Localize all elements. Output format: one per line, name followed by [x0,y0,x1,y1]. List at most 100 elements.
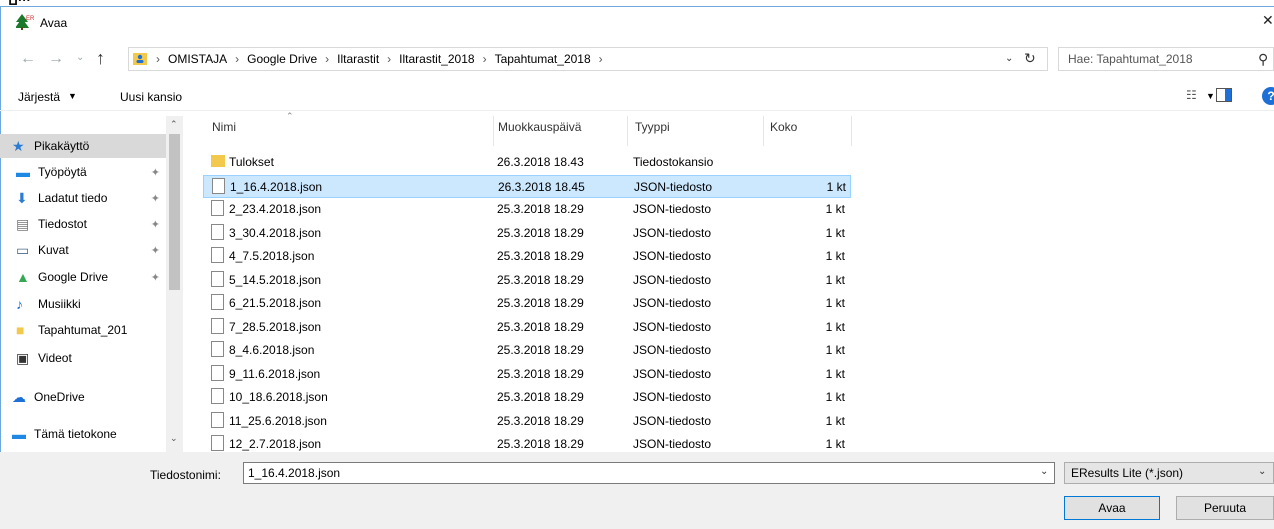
breadcrumb-separator-icon[interactable]: › [231,52,243,66]
file-row[interactable]: 4_7.5.2018.json 25.3.2018 18.29 JSON-tiedo… [203,245,851,268]
new-folder-button[interactable]: Uusi kansio [120,90,182,104]
file-row[interactable]: 9_11.6.2018.json 25.3.2018 18.29 JSON-tied… [203,363,851,386]
breadcrumb-item[interactable]: Iltarastit [333,52,383,66]
nav-item[interactable]: ▬ Työpöytä ✦ [0,160,166,184]
file-modified: 25.3.2018 18.29 [497,226,584,240]
file-modified: 25.3.2018 18.29 [497,367,584,381]
file-name: 11_25.6.2018.json [229,414,327,428]
breadcrumb-item[interactable]: OMISTAJA [164,52,231,66]
file-type-select[interactable]: EResults Lite (*.json) [1064,462,1274,484]
file-icon [211,200,224,216]
search-placeholder: Hae: Tapahtumat_2018 [1068,52,1193,66]
organize-dropdown-icon[interactable]: ▼ [68,91,77,101]
file-type: JSON-tiedosto [633,226,712,240]
file-row[interactable]: 5_14.5.2018.json 25.3.2018 18.29 JSON-tied… [203,269,851,292]
navigation-scrollbar-thumb[interactable] [169,134,180,290]
open-button[interactable]: Avaa [1064,496,1160,520]
pin-icon[interactable]: ✦ [151,192,160,205]
file-size: 1 kt [826,180,846,194]
column-header-type[interactable]: Tyyppi [635,120,670,134]
file-row[interactable]: 10_18.6.2018.json 25.3.2018 18.29 JSON-tie… [203,386,851,409]
search-icon[interactable]: ⚲ [1258,51,1268,68]
file-type: JSON-tiedosto [633,367,712,381]
file-row[interactable]: 11_25.6.2018.json 25.3.2018 18.29 JSON-tie… [203,410,851,433]
column-divider[interactable] [851,116,852,146]
breadcrumb-separator-icon[interactable]: › [479,52,491,66]
file-type: JSON-tiedosto [633,296,712,310]
nav-item[interactable]: ▣ Videot [0,346,166,370]
file-type: JSON-tiedosto [633,437,712,451]
file-name: 5_14.5.2018.json [229,273,322,287]
file-row[interactable]: 1_16.4.2018.json 26.3.2018 18.45 JSON-tied… [203,175,851,198]
file-icon [211,247,224,263]
nav-item[interactable]: ☁ OneDrive [0,385,166,409]
view-dropdown-icon[interactable]: ▼ [1206,91,1215,101]
scroll-down-arrow-icon[interactable]: ⌄ [170,433,178,444]
column-divider[interactable] [763,116,764,146]
pin-icon[interactable]: ✦ [151,166,160,179]
breadcrumb-separator-icon[interactable]: › [321,52,333,66]
breadcrumb-separator-icon[interactable]: › [152,52,164,66]
view-options-icon[interactable]: ☷ [1186,88,1197,102]
filename-input[interactable]: 1_16.4.2018.json [243,462,1055,484]
nav-item[interactable]: ▬ Tämä tietokone [0,422,166,446]
organize-button[interactable]: Järjestä [18,90,60,104]
recent-locations-chevron-icon[interactable]: ⌄ [76,52,84,63]
nav-item[interactable]: ★ Pikakäyttö [0,134,166,158]
pin-icon[interactable]: ✦ [151,271,160,284]
file-row[interactable]: 7_28.5.2018.json 25.3.2018 18.29 JSON-tied… [203,316,851,339]
pictures-icon: ▭ [16,242,30,258]
column-header-size[interactable]: Koko [770,120,797,134]
file-modified: 25.3.2018 18.29 [497,249,584,263]
pin-icon[interactable]: ✦ [151,244,160,257]
up-arrow-icon[interactable]: ↑ [96,48,105,69]
column-divider[interactable] [627,116,628,146]
file-type: JSON-tiedosto [633,414,712,428]
preview-pane-icon[interactable] [1216,88,1232,102]
file-modified: 25.3.2018 18.29 [497,296,584,310]
toolbar-divider [0,110,1274,111]
file-name: 1_16.4.2018.json [230,180,323,194]
file-modified: 25.3.2018 18.29 [497,273,584,287]
nav-item[interactable]: ▭ Kuvat ✦ [0,238,166,262]
refresh-icon[interactable]: ↻ [1024,50,1036,67]
file-icon [211,412,224,428]
breadcrumb-separator-icon[interactable]: › [595,52,607,66]
file-row[interactable]: 8_4.6.2018.json 25.3.2018 18.29 JSON-tiedo… [203,339,851,362]
window-title: Avaa [40,16,68,30]
file-row[interactable]: 2_23.4.2018.json 25.3.2018 18.29 JSON-tied… [203,198,851,221]
column-header-name[interactable]: Nimi [212,120,236,134]
nav-item[interactable]: ♪ Musiikki [0,292,166,316]
pin-icon[interactable]: ✦ [151,218,160,231]
file-name: 10_18.6.2018.json [229,390,328,404]
column-header-modified[interactable]: Muokkauspäivä [498,120,581,134]
file-type-dropdown-chevron-icon[interactable]: ⌄ [1258,466,1266,477]
filename-dropdown-chevron-icon[interactable]: ⌄ [1040,466,1048,477]
forward-arrow-icon[interactable]: → [48,50,64,68]
nav-item[interactable]: ▲ Google Drive ✦ [0,265,166,289]
breadcrumb-separator-icon[interactable]: › [383,52,395,66]
nav-item-label: Google Drive [38,270,109,284]
cancel-button[interactable]: Peruuta [1176,496,1274,520]
nav-item[interactable]: ■ Tapahtumat_201 [0,318,166,342]
file-row[interactable]: 6_21.5.2018.json 25.3.2018 18.29 JSON-tied… [203,292,851,315]
file-name: 9_11.6.2018.json [229,367,321,381]
column-divider[interactable] [493,116,494,146]
scroll-up-arrow-icon[interactable]: ⌃ [170,119,178,130]
close-icon[interactable]: ✕ [1262,12,1274,29]
file-modified: 25.3.2018 18.29 [497,320,584,334]
nav-item-label: Pikakäyttö [34,139,90,153]
nav-item[interactable]: ▤ Tiedostot ✦ [0,212,166,236]
file-name: 2_23.4.2018.json [229,202,322,216]
file-row[interactable]: Tulokset 26.3.2018 18.43 Tiedostokansio [203,151,851,174]
breadcrumb-item[interactable]: Iltarastit_2018 [395,52,478,66]
nav-item[interactable]: ⬇ Ladatut tiedo ✦ [0,186,166,210]
help-icon[interactable]: ? [1262,87,1274,105]
breadcrumb-item[interactable]: Google Drive [243,52,321,66]
file-type: JSON-tiedosto [633,202,712,216]
address-dropdown-chevron-icon[interactable]: ⌄ [1005,53,1013,64]
filename-label: Tiedostonimi: [150,468,221,482]
back-arrow-icon[interactable]: ← [20,50,36,68]
breadcrumb-item[interactable]: Tapahtumat_2018 [491,52,595,66]
file-row[interactable]: 3_30.4.2018.json 25.3.2018 18.29 JSON-tied… [203,222,851,245]
